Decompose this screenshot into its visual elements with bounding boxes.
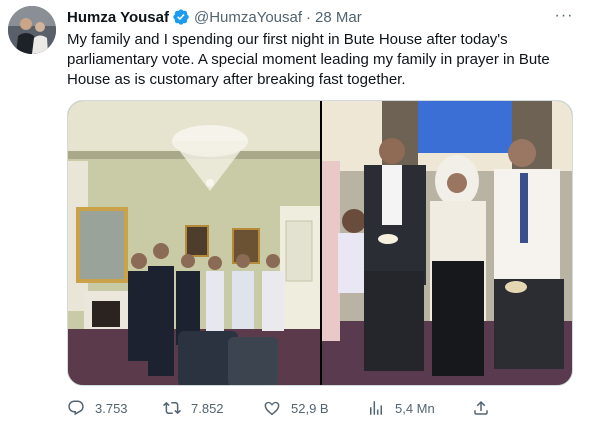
tweet-header: Humza Yousaf @HumzaYousaf · 28 Mar (67, 7, 362, 27)
heart-icon (264, 401, 280, 416)
tweet-media[interactable] (67, 100, 573, 386)
tweet-date[interactable]: 28 Mar (315, 9, 362, 26)
avatar[interactable] (8, 6, 56, 54)
share-button[interactable] (472, 396, 500, 420)
verified-badge-icon (172, 8, 190, 26)
tweet-card[interactable]: Humza Yousaf @HumzaYousaf · 28 Mar ··· M… (0, 0, 597, 422)
reply-count: 3.753 (95, 400, 128, 416)
more-icon[interactable]: ··· (552, 6, 576, 26)
tweet-text: My family and I spending our first night… (67, 31, 550, 88)
reply-button[interactable]: 3.753 (67, 396, 128, 420)
like-button[interactable]: 52,9 B (263, 396, 329, 420)
retweet-icon (163, 401, 181, 415)
author-handle[interactable]: @HumzaYousaf (194, 9, 302, 26)
views-count: 5,4 Mn (395, 400, 435, 416)
author-name[interactable]: Humza Yousaf (67, 9, 169, 26)
views-button[interactable]: 5,4 Mn (367, 396, 435, 420)
reply-icon (68, 400, 84, 416)
retweet-count: 7.852 (191, 400, 224, 416)
tweet-actions: 3.753 7.852 52,9 B 5,4 Mn (67, 396, 517, 420)
separator-dot: · (306, 8, 312, 26)
like-count: 52,9 B (291, 400, 329, 416)
retweet-button[interactable]: 7.852 (163, 396, 224, 420)
views-icon (370, 401, 382, 415)
prayer-photo[interactable] (68, 101, 320, 385)
family-photo[interactable] (322, 101, 572, 385)
share-icon (474, 400, 488, 415)
